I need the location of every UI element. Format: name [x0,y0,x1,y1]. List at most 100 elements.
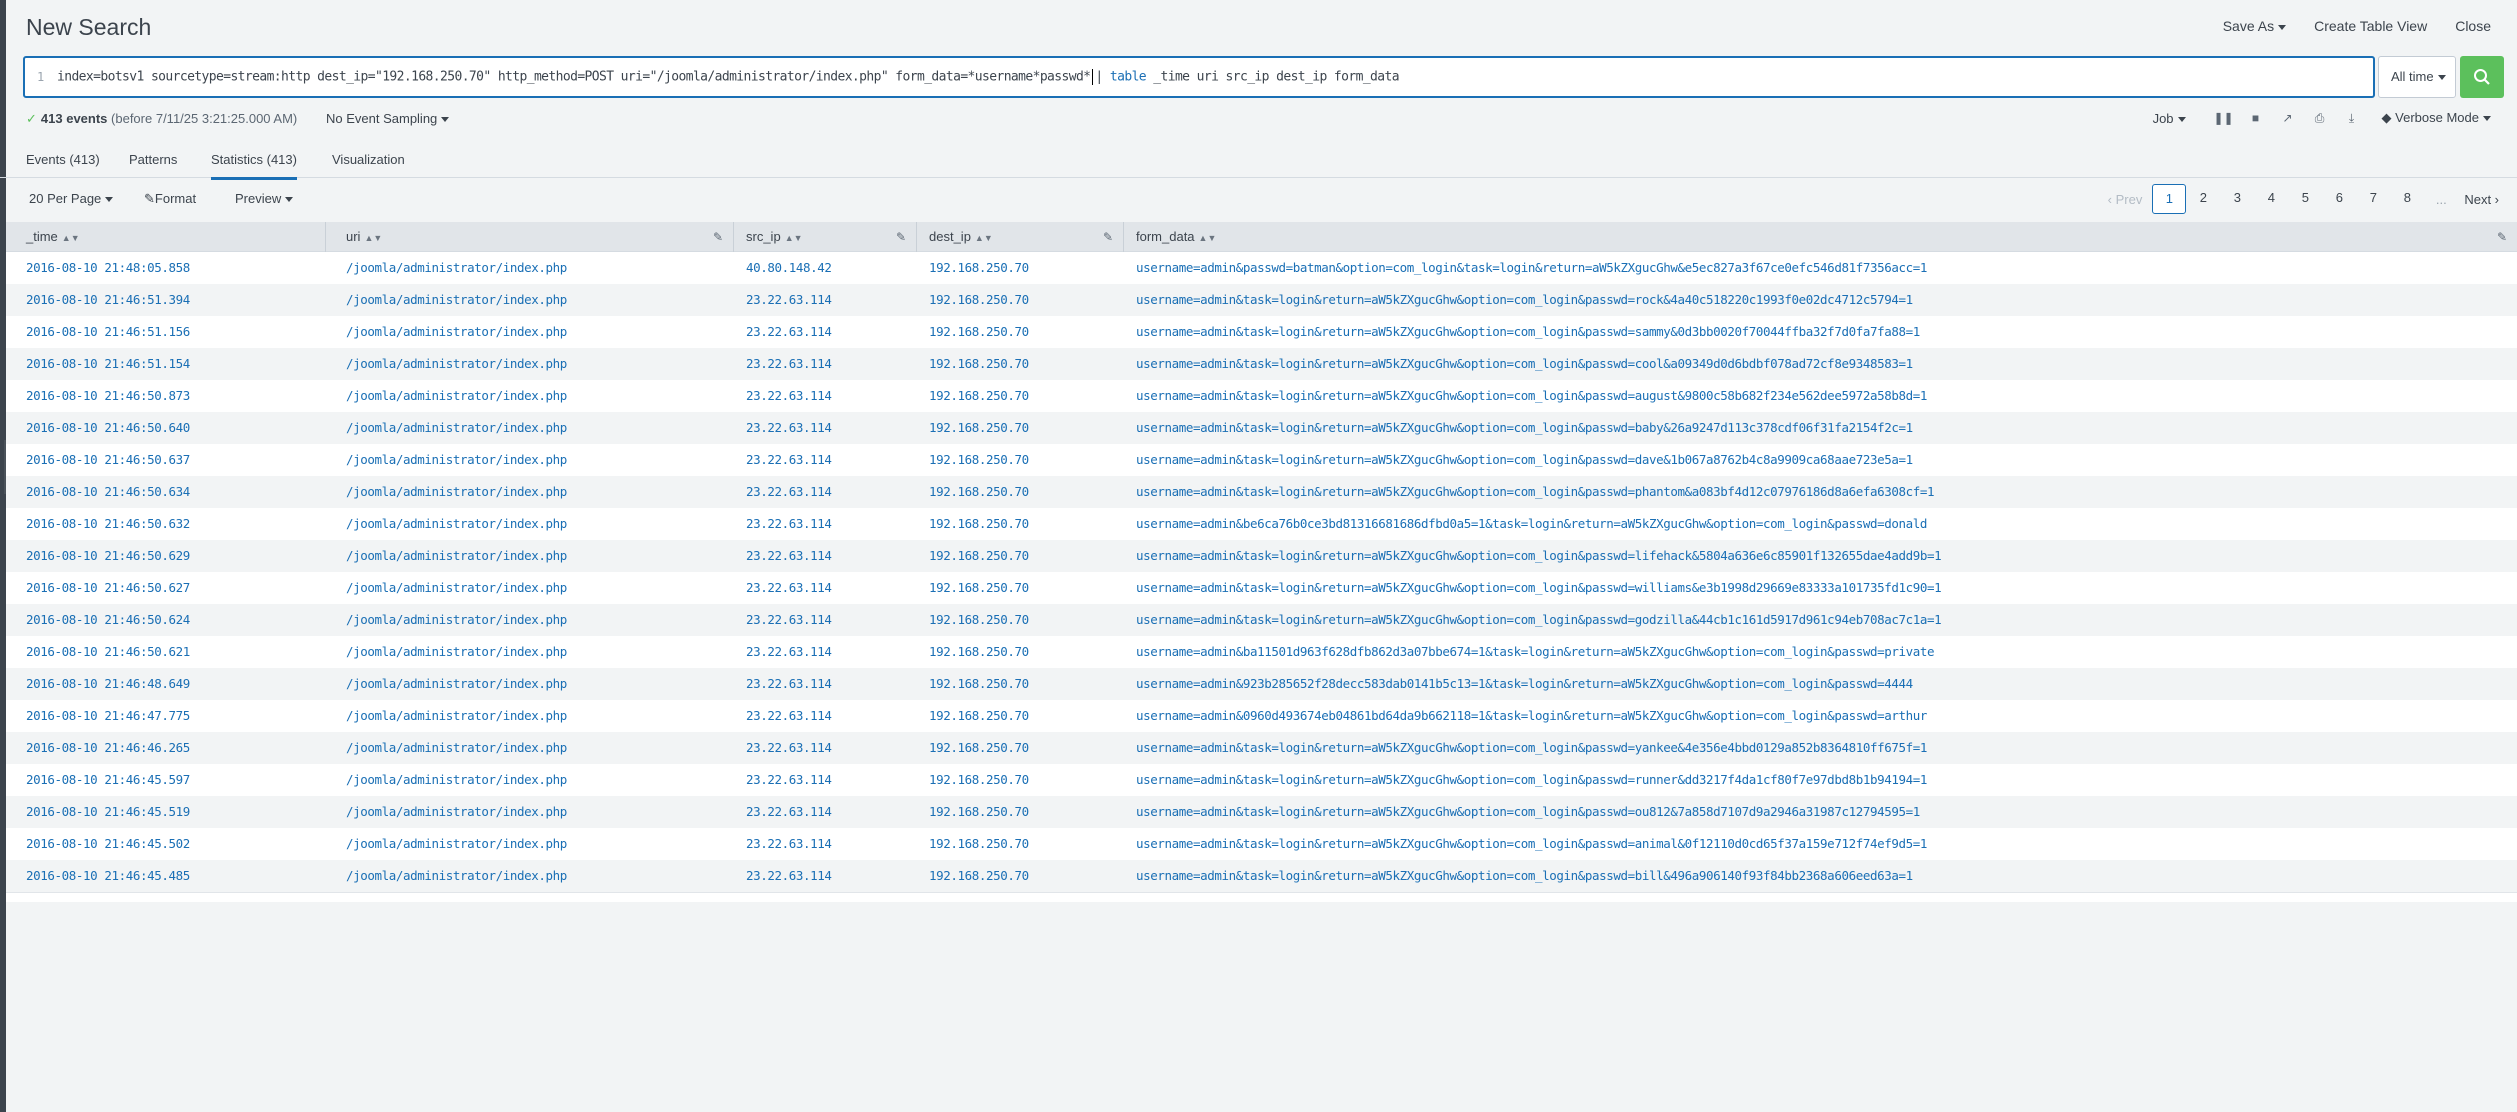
cell-time[interactable]: 2016-08-10 21:46:51.394 [6,284,326,316]
cell-dest-ip[interactable]: 192.168.250.70 [917,732,1124,764]
cell-src-ip[interactable]: 40.80.148.42 [734,252,917,284]
cell-uri[interactable]: /joomla/administrator/index.php [326,316,734,348]
cell-dest-ip[interactable]: 192.168.250.70 [917,604,1124,636]
cell-time[interactable]: 2016-08-10 21:46:50.624 [6,604,326,636]
cell-uri[interactable]: /joomla/administrator/index.php [326,668,734,700]
column-header-dest-ip[interactable]: dest_ip ▲▼ ✎ [917,222,1124,252]
cell-dest-ip[interactable]: 192.168.250.70 [917,444,1124,476]
cell-form-data[interactable]: username=admin&ba11501d963f628dfb862d3a0… [1124,636,2517,668]
cell-time[interactable]: 2016-08-10 21:46:51.156 [6,316,326,348]
cell-form-data[interactable]: username=admin&task=login&return=aW5kZXg… [1124,764,2517,796]
cell-src-ip[interactable]: 23.22.63.114 [734,316,917,348]
cell-form-data[interactable]: username=admin&task=login&return=aW5kZXg… [1124,796,2517,828]
cell-time[interactable]: 2016-08-10 21:46:46.265 [6,732,326,764]
cell-uri[interactable]: /joomla/administrator/index.php [326,476,734,508]
tab-patterns[interactable]: Patterns [129,152,177,177]
column-header-uri[interactable]: uri ▲▼ ✎ [326,222,734,252]
cell-src-ip[interactable]: 23.22.63.114 [734,860,917,892]
tab-statistics[interactable]: Statistics (413) [211,152,297,180]
cell-form-data[interactable]: username=admin&task=login&return=aW5kZXg… [1124,828,2517,860]
cell-time[interactable]: 2016-08-10 21:46:50.629 [6,540,326,572]
cell-src-ip[interactable]: 23.22.63.114 [734,348,917,380]
cell-dest-ip[interactable]: 192.168.250.70 [917,476,1124,508]
cell-form-data[interactable]: username=admin&task=login&return=aW5kZXg… [1124,572,2517,604]
cell-uri[interactable]: /joomla/administrator/index.php [326,412,734,444]
page-7[interactable]: 7 [2356,184,2390,214]
cell-src-ip[interactable]: 23.22.63.114 [734,284,917,316]
cell-form-data[interactable]: username=admin&task=login&return=aW5kZXg… [1124,860,2517,892]
cell-time[interactable]: 2016-08-10 21:46:50.627 [6,572,326,604]
cell-src-ip[interactable]: 23.22.63.114 [734,732,917,764]
cell-time[interactable]: 2016-08-10 21:46:50.637 [6,444,326,476]
page-2[interactable]: 2 [2186,184,2220,214]
close-link[interactable]: Close [2455,18,2491,34]
page-1[interactable]: 1 [2152,184,2187,214]
cell-src-ip[interactable]: 23.22.63.114 [734,444,917,476]
cell-time[interactable]: 2016-08-10 21:46:50.640 [6,412,326,444]
cell-dest-ip[interactable]: 192.168.250.70 [917,796,1124,828]
time-range-picker[interactable]: All time [2378,56,2456,98]
edit-column-icon[interactable]: ✎ [1103,222,1113,252]
column-header-form-data[interactable]: form_data ▲▼ ✎ [1124,222,2517,252]
cell-uri[interactable]: /joomla/administrator/index.php [326,732,734,764]
cell-src-ip[interactable]: 23.22.63.114 [734,572,917,604]
cell-time[interactable]: 2016-08-10 21:46:45.502 [6,828,326,860]
cell-dest-ip[interactable]: 192.168.250.70 [917,572,1124,604]
cell-uri[interactable]: /joomla/administrator/index.php [326,828,734,860]
next-page-button[interactable]: Next › [2464,192,2499,207]
cell-dest-ip[interactable]: 192.168.250.70 [917,380,1124,412]
cell-time[interactable]: 2016-08-10 21:46:51.154 [6,348,326,380]
search-button[interactable] [2460,56,2504,98]
cell-uri[interactable]: /joomla/administrator/index.php [326,604,734,636]
cell-time[interactable]: 2016-08-10 21:46:45.597 [6,764,326,796]
cell-dest-ip[interactable]: 192.168.250.70 [917,348,1124,380]
event-sampling-dropdown[interactable]: No Event Sampling [326,111,450,126]
cell-src-ip[interactable]: 23.22.63.114 [734,764,917,796]
cell-uri[interactable]: /joomla/administrator/index.php [326,540,734,572]
cell-dest-ip[interactable]: 192.168.250.70 [917,540,1124,572]
cell-time[interactable]: 2016-08-10 21:46:50.632 [6,508,326,540]
share-icon[interactable]: ↗ [2272,111,2304,125]
cell-form-data[interactable]: username=admin&task=login&return=aW5kZXg… [1124,476,2517,508]
per-page-dropdown[interactable]: 20 Per Page [29,191,114,206]
cell-form-data[interactable]: username=admin&923b285652f28decc583dab01… [1124,668,2517,700]
cell-uri[interactable]: /joomla/administrator/index.php [326,444,734,476]
cell-dest-ip[interactable]: 192.168.250.70 [917,764,1124,796]
cell-dest-ip[interactable]: 192.168.250.70 [917,284,1124,316]
edit-column-icon[interactable]: ✎ [2497,222,2507,252]
search-bar[interactable]: 1 index=botsv1 sourcetype=stream:http de… [23,56,2375,98]
cell-src-ip[interactable]: 23.22.63.114 [734,636,917,668]
cell-uri[interactable]: /joomla/administrator/index.php [326,508,734,540]
cell-form-data[interactable]: username=admin&task=login&return=aW5kZXg… [1124,604,2517,636]
cell-form-data[interactable]: username=admin&0960d493674eb04861bd64da9… [1124,700,2517,732]
cell-form-data[interactable]: username=admin&task=login&return=aW5kZXg… [1124,316,2517,348]
cell-uri[interactable]: /joomla/administrator/index.php [326,796,734,828]
cell-time[interactable]: 2016-08-10 21:46:45.485 [6,860,326,892]
cell-form-data[interactable]: username=admin&task=login&return=aW5kZXg… [1124,380,2517,412]
cell-src-ip[interactable]: 23.22.63.114 [734,604,917,636]
cell-form-data[interactable]: username=admin&passwd=batman&option=com_… [1124,252,2517,284]
page-3[interactable]: 3 [2220,184,2254,214]
search-query-input[interactable]: index=botsv1 sourcetype=stream:http dest… [57,69,1400,85]
edit-column-icon[interactable]: ✎ [713,222,723,252]
cell-form-data[interactable]: username=admin&task=login&return=aW5kZXg… [1124,284,2517,316]
search-mode-dropdown[interactable]: ◆ Verbose Mode [2382,110,2491,126]
cell-uri[interactable]: /joomla/administrator/index.php [326,252,734,284]
cell-time[interactable]: 2016-08-10 21:46:50.621 [6,636,326,668]
cell-dest-ip[interactable]: 192.168.250.70 [917,412,1124,444]
column-header-src-ip[interactable]: src_ip ▲▼ ✎ [734,222,917,252]
cell-time[interactable]: 2016-08-10 21:46:45.519 [6,796,326,828]
cell-dest-ip[interactable]: 192.168.250.70 [917,252,1124,284]
cell-form-data[interactable]: username=admin&task=login&return=aW5kZXg… [1124,348,2517,380]
cell-src-ip[interactable]: 23.22.63.114 [734,508,917,540]
cell-uri[interactable]: /joomla/administrator/index.php [326,700,734,732]
cell-time[interactable]: 2016-08-10 21:46:47.775 [6,700,326,732]
cell-form-data[interactable]: username=admin&task=login&return=aW5kZXg… [1124,412,2517,444]
column-header-time[interactable]: _time ▲▼ [6,222,326,252]
cell-form-data[interactable]: username=admin&be6ca76b0ce3bd81316681686… [1124,508,2517,540]
cell-uri[interactable]: /joomla/administrator/index.php [326,348,734,380]
cell-dest-ip[interactable]: 192.168.250.70 [917,668,1124,700]
cell-dest-ip[interactable]: 192.168.250.70 [917,508,1124,540]
cell-time[interactable]: 2016-08-10 21:48:05.858 [6,252,326,284]
cell-dest-ip[interactable]: 192.168.250.70 [917,860,1124,892]
